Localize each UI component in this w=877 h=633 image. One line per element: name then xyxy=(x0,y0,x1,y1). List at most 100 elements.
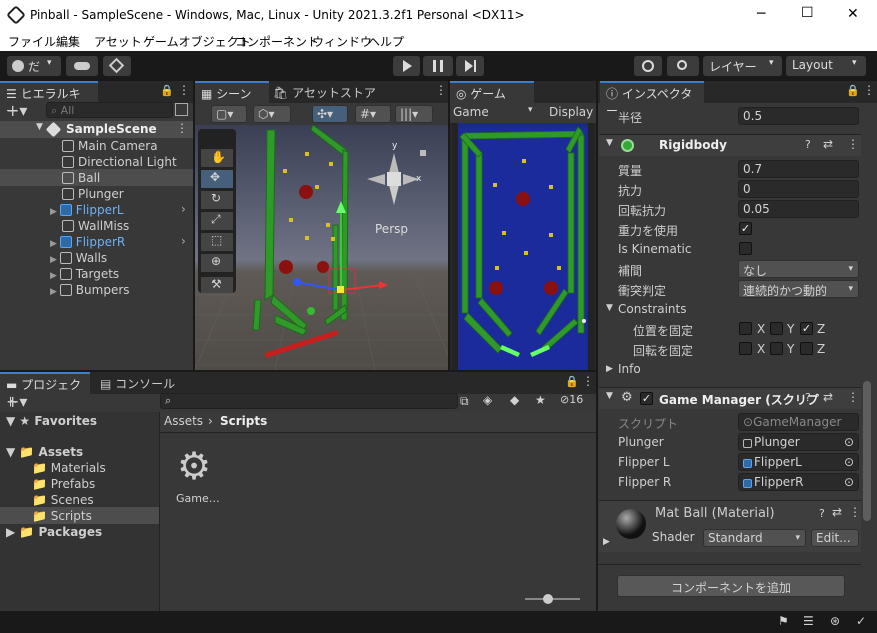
info-foldout[interactable]: Info xyxy=(618,362,641,376)
rotate-tool[interactable]: ↻ xyxy=(201,191,233,209)
kinematic-checkbox[interactable] xyxy=(739,242,752,255)
favorites-folder[interactable]: ▼ ★ Favorites xyxy=(6,413,97,429)
pause-button[interactable] xyxy=(423,56,453,76)
create-button[interactable]: +▾ xyxy=(6,392,27,411)
hierarchy-search-input[interactable]: ⌕ All xyxy=(46,102,173,118)
hierarchy-item[interactable]: ▶ Walls xyxy=(50,250,107,266)
hierarchy-item[interactable]: ▶ Targets xyxy=(50,266,119,282)
mass-field[interactable]: 0.7 xyxy=(738,160,859,178)
hierarchy-item[interactable]: Main Camera xyxy=(62,138,158,154)
custom-tool[interactable]: ⚒ xyxy=(201,277,233,293)
history-button[interactable] xyxy=(634,56,662,76)
folder-item[interactable]: 📁 Prefabs xyxy=(32,476,95,492)
plunger-field[interactable]: Plunger ⊙ xyxy=(738,433,859,451)
preset-icon[interactable]: ⇄ xyxy=(823,390,833,404)
drag-field[interactable]: 0 xyxy=(738,180,859,198)
tab-inspector[interactable]: ⓘ インスペクター xyxy=(600,81,704,118)
game-view-dropdown[interactable]: Game xyxy=(453,105,489,119)
packages-folder[interactable]: ▶ 📁 Packages xyxy=(6,524,102,540)
scrollbar[interactable] xyxy=(863,381,871,521)
script-file[interactable]: ⚙ xyxy=(177,446,217,486)
kebab-icon[interactable]: ⋮ xyxy=(178,83,190,97)
menu-help[interactable]: ヘルプ xyxy=(368,33,404,50)
edit-shader-button[interactable]: Edit... xyxy=(811,529,859,547)
hierarchy-item[interactable]: Plunger xyxy=(62,186,124,202)
hand-tool[interactable]: ✋ xyxy=(201,149,233,167)
constraints-label[interactable]: Constraints xyxy=(618,302,686,316)
hierarchy-item[interactable]: WallMiss xyxy=(62,218,129,234)
freeze-pos-x[interactable] xyxy=(739,322,752,335)
draw-mode-dropdown[interactable]: ▢▾ xyxy=(211,105,247,123)
kebab-icon[interactable]: ⋮ xyxy=(847,390,859,404)
hidden-packages-icon[interactable]: ⊘16 xyxy=(560,393,583,406)
kebab-icon[interactable]: ⋮ xyxy=(863,83,875,97)
render-mode-dropdown[interactable]: ⬡▾ xyxy=(253,105,291,123)
play-button[interactable] xyxy=(393,56,420,76)
zoom-slider-thumb[interactable] xyxy=(543,594,553,604)
hierarchy-item[interactable]: ▶ FlipperL xyxy=(50,202,124,218)
search-options-icon[interactable] xyxy=(175,103,188,116)
interpolate-dropdown[interactable]: なし ▾ xyxy=(738,260,859,278)
scale-tool[interactable]: ⤢ xyxy=(201,212,233,230)
collision-dropdown[interactable]: 連続的かつ動的 ▾ xyxy=(738,280,859,298)
freeze-pos-y[interactable] xyxy=(770,322,783,335)
kebab-icon[interactable]: ⋮ xyxy=(847,137,859,151)
freeze-rot-x[interactable] xyxy=(739,342,752,355)
shader-dropdown[interactable]: Standard ▾ xyxy=(703,529,806,547)
add-button[interactable]: +▾ xyxy=(6,101,27,120)
hierarchy-item[interactable]: Ball xyxy=(62,170,100,186)
add-component-button[interactable]: コンポーネントを追加 xyxy=(617,575,845,597)
collab-button[interactable] xyxy=(103,56,131,76)
lock-icon[interactable]: 🔒 xyxy=(160,84,174,97)
preset-icon[interactable]: ⇄ xyxy=(832,505,842,519)
hierarchy-item[interactable]: ▶ Bumpers xyxy=(50,282,130,298)
help-icon[interactable]: ? xyxy=(805,391,811,404)
kebab-icon[interactable]: ⋮ xyxy=(176,121,188,135)
scene-row[interactable]: ▼ SampleScene ⋮ xyxy=(0,121,193,138)
tab-hierarchy[interactable]: ☰ ヒエラルキー xyxy=(0,81,98,118)
close-button[interactable]: ✕ xyxy=(847,6,859,22)
tab-game[interactable]: ◎ ゲーム xyxy=(450,81,534,103)
tab-console[interactable]: ▤ コンソール xyxy=(100,375,175,392)
folder-item[interactable]: 📁 Materials xyxy=(32,460,106,476)
hierarchy-item[interactable]: ▶ FlipperR xyxy=(50,234,125,250)
freeze-rot-z[interactable] xyxy=(800,342,813,355)
project-search-input[interactable] xyxy=(160,393,458,409)
folder-item[interactable]: 📁 Scripts xyxy=(32,508,92,524)
menu-file[interactable]: ファイル xyxy=(8,33,56,50)
bug-icon[interactable]: ⚑ xyxy=(778,614,789,628)
tab-scene[interactable]: ▦ シーン xyxy=(195,81,269,103)
favorite-icon[interactable]: ★ xyxy=(535,393,546,407)
grid-dropdown[interactable]: #▾ xyxy=(355,105,391,123)
preset-icon[interactable]: ⇄ xyxy=(823,137,833,151)
radius-field[interactable]: 0.5 xyxy=(738,107,859,125)
lock-icon[interactable]: 🔒 xyxy=(846,84,860,97)
search-by-type-icon[interactable]: ⧉ xyxy=(460,394,469,409)
lock-icon[interactable]: 🔒 xyxy=(565,375,579,388)
gizmo-toggle[interactable]: ✣▾ xyxy=(312,105,348,123)
display-dropdown[interactable]: Display xyxy=(549,105,593,119)
component-enabled-checkbox[interactable]: ✓ xyxy=(640,392,653,405)
layers-dropdown[interactable]: レイヤー ▾ xyxy=(703,56,782,76)
freeze-rot-y[interactable] xyxy=(770,342,783,355)
minimize-button[interactable]: ─ xyxy=(757,6,765,22)
kebab-icon[interactable]: ⋮ xyxy=(435,83,447,97)
transform-tool[interactable]: ⊕ xyxy=(201,254,233,272)
menu-edit[interactable]: 編集 xyxy=(56,33,80,50)
menu-assets[interactable]: アセット xyxy=(94,33,142,50)
kebab-icon[interactable]: ⋮ xyxy=(849,505,861,519)
rigidbody-header[interactable]: ▼ Rigidbody ? ⇄ ⋮ xyxy=(599,134,861,156)
folder-item[interactable]: 📁 Scenes xyxy=(32,492,94,508)
hierarchy-item[interactable]: Directional Light xyxy=(62,154,177,170)
filter-type-icon[interactable]: ◈ xyxy=(483,393,492,407)
cloud-button[interactable] xyxy=(66,56,98,76)
use-gravity-checkbox[interactable]: ✓ xyxy=(739,222,752,235)
flipper-r-field[interactable]: FlipperR ⊙ xyxy=(738,473,859,491)
rect-tool[interactable]: ⬚ xyxy=(201,233,233,251)
cache-icon[interactable]: ☰ xyxy=(803,614,814,628)
breadcrumb-root[interactable]: Assets xyxy=(164,414,203,428)
help-icon[interactable]: ? xyxy=(805,138,811,151)
layout-dropdown[interactable]: Layout ▾ xyxy=(786,56,866,76)
debug-icon[interactable]: ⊛ xyxy=(830,614,840,628)
kebab-icon[interactable]: ⋮ xyxy=(582,374,594,388)
